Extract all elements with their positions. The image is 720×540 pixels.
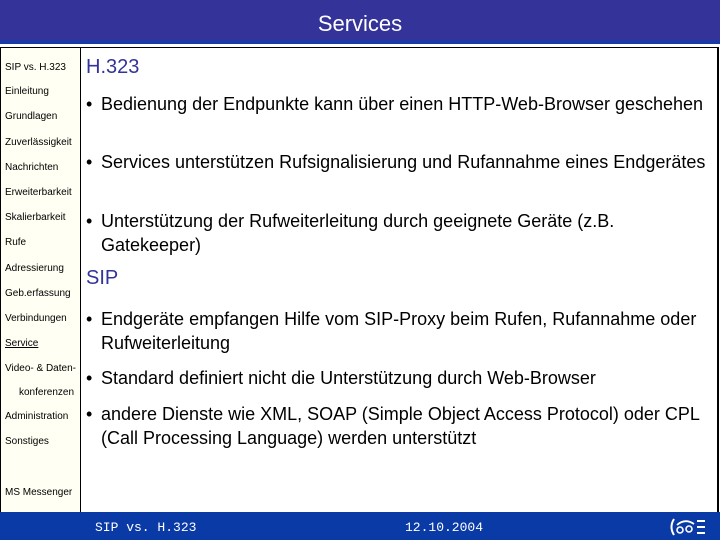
sidebar-item-ms-messenger[interactable]: MS Messenger	[5, 487, 72, 498]
bullet-item: • Unterstützung der Rufweiterleitung dur…	[86, 209, 706, 257]
footer-bar: SIP vs. H.323 12.10.2004	[0, 512, 720, 540]
bullet-text: Standard definiert nicht die Unterstützu…	[101, 368, 596, 388]
bullet-text: Bedienung der Endpunkte kann über einen …	[101, 94, 704, 114]
sidebar-item-geb-erfassung[interactable]: Geb.erfassung	[5, 288, 71, 299]
bullet-item: • Endgeräte empfangen Hilfe vom SIP-Prox…	[86, 307, 706, 355]
sidebar-item-grundlagen[interactable]: Grundlagen	[5, 111, 57, 122]
title-underline-strip	[0, 40, 720, 44]
bullet-dot-icon: •	[86, 211, 93, 231]
content-area: H.323 • Bedienung der Endpunkte kann übe…	[81, 47, 719, 512]
bullet-item: • Standard definiert nicht die Unterstüt…	[86, 366, 706, 390]
footer-presentation-title: SIP vs. H.323	[95, 520, 197, 535]
sidebar-item-administration[interactable]: Administration	[5, 411, 68, 422]
bullet-text: Endgeräte empfangen Hilfe vom SIP-Proxy …	[101, 309, 697, 353]
section-heading-h323: H.323	[86, 56, 140, 78]
sidebar-item-adressierung[interactable]: Adressierung	[5, 263, 64, 274]
sidebar-item-verbindungen[interactable]: Verbindungen	[5, 313, 67, 324]
sidebar-item-erweiterbarkeit[interactable]: Erweiterbarkeit	[5, 187, 72, 198]
bullet-item: • andere Dienste wie XML, SOAP (Simple O…	[86, 402, 706, 450]
bullet-dot-icon: •	[86, 368, 93, 388]
bullet-text: Unterstützung der Rufweiterleitung durch…	[101, 211, 615, 255]
bullet-item: • Bedienung der Endpunkte kann über eine…	[86, 92, 706, 116]
sidebar-item-nachrichten[interactable]: Nachrichten	[5, 162, 58, 173]
bullet-text: Services unterstützen Rufsignalisierung …	[101, 152, 706, 172]
title-bar: Services	[0, 0, 720, 44]
sidebar-item-service[interactable]: Service	[5, 338, 38, 349]
bullet-dot-icon: •	[86, 404, 93, 424]
sidebar-item-rufe[interactable]: Rufe	[5, 237, 26, 248]
footer-date: 12.10.2004	[405, 520, 484, 535]
bullet-text: andere Dienste wie XML, SOAP (Simple Obj…	[101, 404, 700, 448]
sidebar-item-video-daten[interactable]: Video- & Daten-	[5, 363, 76, 374]
sidebar-item-sonstiges[interactable]: Sonstiges	[5, 436, 49, 447]
sidebar-item-skalierbarkeit[interactable]: Skalierbarkeit	[5, 212, 66, 223]
bullet-dot-icon: •	[86, 152, 93, 172]
section-heading-sip: SIP	[86, 267, 119, 289]
sidebar-item-zuverlaessigkeit[interactable]: Zuverlässigkeit	[5, 137, 72, 148]
sidebar-item-einleitung[interactable]: Einleitung	[5, 86, 49, 97]
university-logo-icon	[670, 518, 705, 536]
sidebar-item-sip-vs-h323[interactable]: SIP vs. H.323	[5, 62, 66, 73]
sidebar-item-konferenzen[interactable]: konferenzen	[19, 387, 74, 398]
bullet-dot-icon: •	[86, 94, 93, 114]
bullet-dot-icon: •	[86, 309, 93, 329]
slide-title: Services	[317, 11, 403, 36]
bullet-item: • Services unterstützen Rufsignalisierun…	[86, 150, 706, 174]
sidebar-nav: SIP vs. H.323 Einleitung Grundlagen Zuve…	[0, 47, 81, 512]
